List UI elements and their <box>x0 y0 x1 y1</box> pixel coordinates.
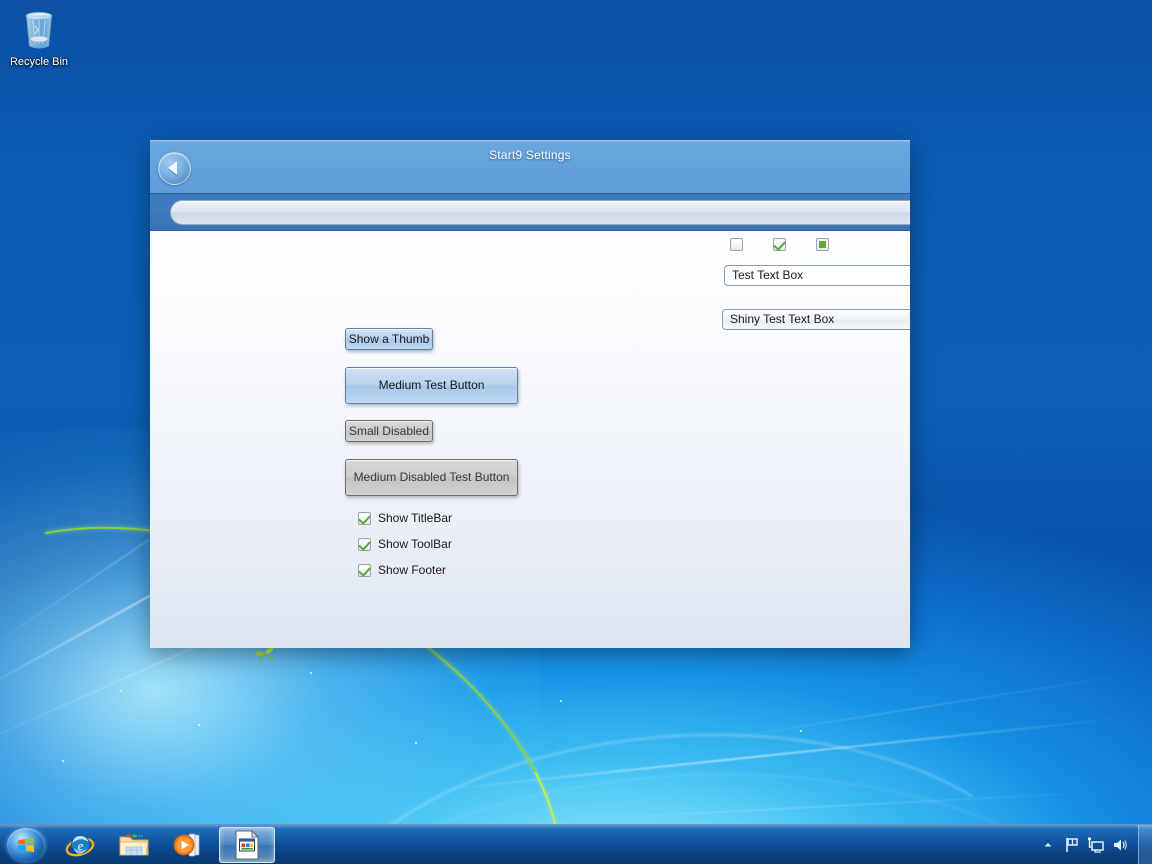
checkbox-label: Show ToolBar <box>378 537 452 551</box>
show-desktop-button[interactable] <box>1138 825 1152 864</box>
window-toolbar <box>150 193 910 231</box>
wallpaper-sparkle <box>560 700 562 702</box>
internet-explorer-icon: e <box>65 834 95 856</box>
checkbox-checked[interactable] <box>773 238 786 251</box>
window-content-area: Show a Thumb Medium Test Button Small Di… <box>150 231 910 648</box>
medium-test-button[interactable]: Medium Test Button <box>345 367 518 404</box>
network-button[interactable] <box>1084 825 1108 864</box>
wallpaper-sparkle <box>198 724 200 726</box>
window-title: Start9 Settings <box>489 148 571 162</box>
action-center-button[interactable] <box>1060 825 1084 864</box>
speaker-icon <box>1114 839 1127 850</box>
wallpaper-sparkle <box>415 742 417 744</box>
checkbox-label: Show Footer <box>378 563 447 577</box>
svg-text:e: e <box>78 838 84 853</box>
small-disabled-button: Small Disabled <box>345 420 433 442</box>
volume-button[interactable] <box>1108 825 1132 864</box>
desktop-icon-label: Recycle Bin <box>9 56 69 68</box>
checkbox-indeterminate[interactable] <box>816 238 829 251</box>
show-a-thumb-button[interactable]: Show a Thumb <box>345 328 433 350</box>
shiny-text-box[interactable]: Shiny Test Text Box <box>722 309 910 330</box>
app-document-icon <box>235 829 260 860</box>
checkmark-icon <box>358 511 371 525</box>
chevron-up-icon <box>1044 842 1052 846</box>
taskbar: e <box>0 824 1152 864</box>
tristate-checkbox-group <box>730 238 836 251</box>
wallpaper-sparkle <box>62 760 64 762</box>
folder-icon <box>119 834 149 855</box>
recycle-bin-icon <box>15 6 63 54</box>
toolbar-address-field[interactable] <box>170 200 910 225</box>
taskbar-item-windows-explorer[interactable] <box>111 828 157 862</box>
checkbox-show-footer[interactable]: Show Footer <box>358 563 446 577</box>
medium-disabled-test-button: Medium Disabled Test Button <box>345 459 518 496</box>
wallpaper-sparkle <box>800 730 802 732</box>
taskbar-item-internet-explorer[interactable]: e <box>57 828 103 862</box>
start9-settings-window[interactable]: Start9 Settings Show a Thumb Medium Test… <box>150 140 910 648</box>
plain-text-box[interactable]: Test Text Box <box>724 265 910 286</box>
flag-icon <box>1066 837 1078 852</box>
wallpaper-sparkle <box>120 690 122 692</box>
checkbox-show-toolbar[interactable]: Show ToolBar <box>358 537 452 551</box>
window-titlebar: Start9 Settings <box>150 140 910 193</box>
network-monitor-icon <box>1088 837 1104 853</box>
wallpaper-leaf-icon <box>252 645 278 669</box>
windows-flag-glyph <box>18 837 34 852</box>
taskbar-item-windows-media-player[interactable] <box>165 828 211 862</box>
media-player-icon <box>173 833 200 856</box>
checkmark-icon <box>358 537 371 551</box>
system-tray <box>1036 825 1152 864</box>
checkbox-show-titlebar[interactable]: Show TitleBar <box>358 511 452 525</box>
checkmark-icon <box>358 563 371 577</box>
start-button[interactable] <box>3 827 49 863</box>
checkbox-label: Show TitleBar <box>378 511 453 525</box>
wallpaper-sparkle <box>310 672 312 674</box>
desktop[interactable]: Recycle Bin Start9 Settings Show a Thumb… <box>0 0 1152 864</box>
taskbar-item-start9-settings[interactable] <box>219 826 275 863</box>
checkbox-unchecked[interactable] <box>730 238 743 251</box>
desktop-icon-recycle-bin[interactable]: Recycle Bin <box>6 6 72 69</box>
back-arrow-icon <box>168 161 177 175</box>
show-hidden-icons-button[interactable] <box>1036 825 1060 864</box>
